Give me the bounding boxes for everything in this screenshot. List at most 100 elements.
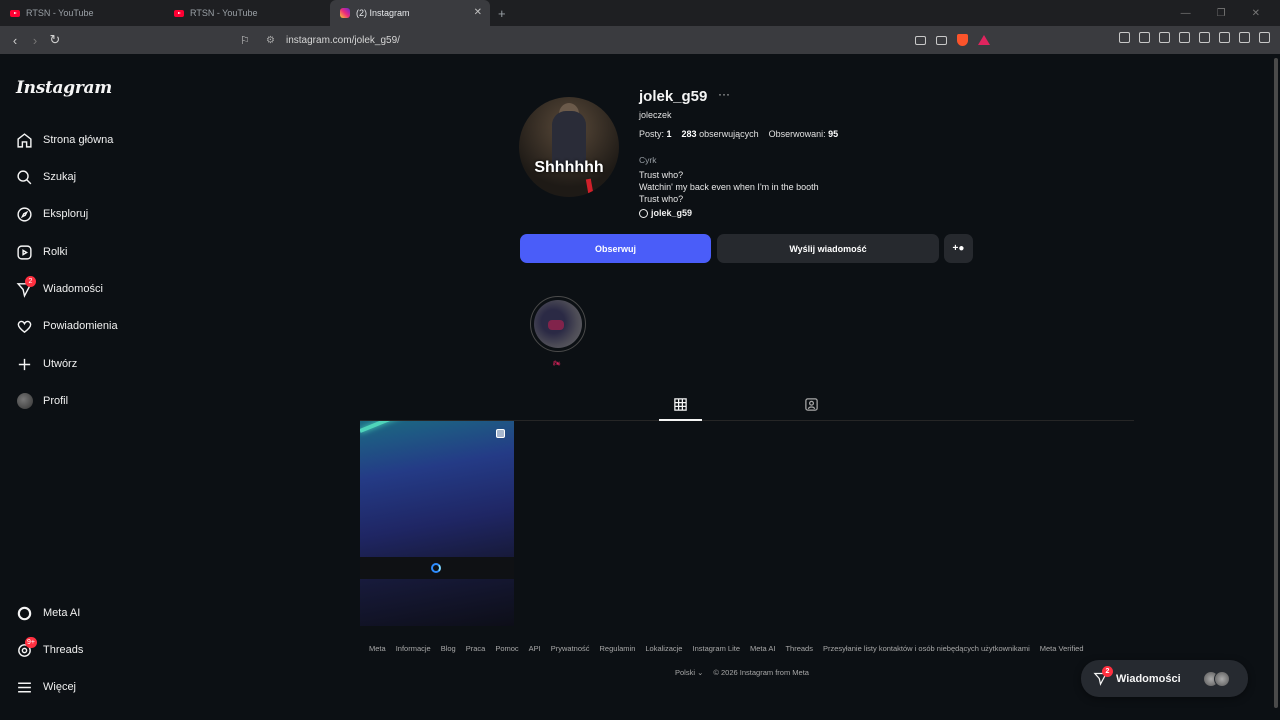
restore-icon[interactable]: ❐ — [1217, 8, 1226, 19]
avatar — [1214, 671, 1230, 687]
url-text[interactable]: instagram.com/jolek_g59/ — [286, 35, 400, 46]
cast-icon[interactable] — [915, 35, 926, 45]
footer-link[interactable]: Meta AI — [750, 644, 775, 653]
sidebar-item-messages[interactable]: 2 Wiadomości — [16, 275, 103, 301]
forward-icon[interactable]: › — [25, 33, 45, 48]
leo-ai-icon[interactable] — [1219, 32, 1230, 43]
sidebar-item-label: Rolki — [43, 246, 68, 258]
footer-link[interactable]: Blog — [441, 644, 456, 653]
sidebar-item-more[interactable]: Więcej — [16, 675, 76, 699]
share-icon[interactable] — [936, 35, 947, 45]
send-message-button[interactable]: Wyślij wiadomość — [717, 234, 939, 263]
browser-toolbar: ‹ › ↻ ⚐ ⚙ instagram.com/jolek_g59/ — [0, 26, 1280, 54]
footer-link[interactable]: Przesyłanie listy kontaktów i osób niebę… — [823, 644, 1030, 653]
extensions-icon[interactable] — [1119, 32, 1130, 43]
profile-full-name: joleczek — [639, 110, 672, 120]
vpn-icon[interactable] — [1239, 32, 1250, 43]
sidebar-item-label: Eksploruj — [43, 208, 89, 220]
bio-line: Trust who? — [639, 170, 684, 180]
language-select[interactable]: Polski ⌄ — [675, 668, 703, 677]
suggested-users-button[interactable]: +● — [944, 234, 973, 263]
sidebar-item-label: Profil — [43, 395, 69, 407]
address-bar[interactable]: ⚐ ⚙ instagram.com/jolek_g59/ — [240, 29, 990, 51]
sidebar-item-meta-ai[interactable]: Meta AI — [16, 601, 80, 625]
close-window-icon[interactable]: ✕ — [1252, 8, 1260, 19]
active-tab-indicator — [659, 419, 702, 421]
post-thumbnail[interactable] — [360, 421, 514, 626]
tab-tagged[interactable] — [804, 397, 820, 413]
copyright: © 2026 Instagram from Meta — [713, 668, 809, 677]
new-tab-icon[interactable]: + — [498, 6, 506, 21]
profile-bio: Trust who? Watchin' my back even when I'… — [639, 169, 819, 205]
follow-button[interactable]: Obserwuj — [520, 234, 711, 263]
footer-link[interactable]: Meta Verified — [1040, 644, 1084, 653]
browser-tab-2[interactable]: RTSN - YouTube — [164, 0, 328, 26]
messenger-icon: 2 — [1093, 666, 1113, 686]
messages-label: Wiadomości — [1116, 672, 1181, 685]
bookmark-icon[interactable]: ⚐ — [240, 34, 254, 47]
footer-link[interactable]: Instagram Lite — [692, 644, 740, 653]
sidebar-item-label: Wiadomości — [43, 283, 103, 295]
scrollbar[interactable] — [1272, 54, 1280, 720]
sidebar-item-create[interactable]: Utwórz — [16, 352, 77, 376]
brave-shields-icon[interactable] — [957, 34, 968, 46]
sidebar-item-profile[interactable]: Profil — [16, 389, 68, 413]
footer-link[interactable]: Informacje — [396, 644, 431, 653]
instagram-page: Instagram Strona główna Szukaj Eksploruj… — [0, 54, 1280, 720]
sidebar-item-threads[interactable]: 9+ Threads — [16, 636, 84, 662]
wallet-icon[interactable] — [1199, 32, 1210, 43]
sidebar-item-explore[interactable]: Eksploruj — [16, 202, 88, 226]
footer-link[interactable]: API — [529, 644, 541, 653]
sidebar-item-notifications[interactable]: Powiadomienia — [16, 314, 118, 338]
tagged-icon — [805, 398, 818, 411]
footer-link[interactable]: Regulamin — [600, 644, 636, 653]
toolbar-right-icons — [1119, 32, 1270, 43]
footer-link[interactable]: Prywatność — [551, 644, 590, 653]
browser-tab-3[interactable]: (2) Instagram ✕ — [330, 0, 490, 26]
sidebar-item-home[interactable]: Strona główna — [16, 128, 113, 152]
home-icon — [16, 132, 33, 149]
more-options-icon[interactable]: ··· — [718, 87, 730, 101]
footer-link[interactable]: Praca — [466, 644, 486, 653]
avatar — [16, 393, 33, 410]
sidebar-item-search[interactable]: Szukaj — [16, 165, 76, 189]
add-person-icon: +● — [952, 243, 965, 254]
sidebar-item-label: Threads — [43, 644, 84, 656]
threads-profile-link[interactable]: jolek_g59 — [639, 208, 692, 218]
bio-line: Trust who? — [639, 194, 684, 204]
site-settings-icon[interactable]: ⚙ — [266, 35, 280, 46]
footer-link[interactable]: Threads — [785, 644, 813, 653]
tab-posts[interactable] — [673, 397, 689, 413]
tab-title: RTSN - YouTube — [190, 8, 258, 18]
compass-icon — [16, 206, 33, 223]
reels-icon — [16, 244, 33, 261]
brave-rewards-icon[interactable] — [978, 35, 990, 45]
footer-link[interactable]: Meta — [369, 644, 386, 653]
instagram-logo[interactable]: Instagram — [16, 78, 112, 98]
footer-link[interactable]: Lokalizacje — [645, 644, 682, 653]
footer-link[interactable]: Pomoc — [495, 644, 518, 653]
window-controls: — ❐ ✕ — [1181, 0, 1280, 26]
heart-icon — [16, 318, 33, 335]
profile-picture[interactable]: Shhhhhh — [519, 97, 619, 197]
back-icon[interactable]: ‹ — [5, 33, 25, 48]
sidebar-item-label: Utwórz — [43, 358, 78, 370]
highlight-label: 🏍 — [553, 361, 561, 367]
minimize-icon[interactable]: — — [1181, 8, 1191, 19]
close-tab-icon[interactable]: ✕ — [474, 7, 482, 18]
story-highlight[interactable] — [530, 296, 586, 352]
menu-icon[interactable] — [1259, 32, 1270, 43]
media-icon[interactable] — [1159, 32, 1170, 43]
notification-badge: 2 — [25, 275, 36, 287]
notification-badge: 9+ — [25, 636, 37, 648]
loading-spinner-icon — [431, 563, 441, 573]
messages-floating-button[interactable]: 2 Wiadomości — [1081, 660, 1248, 697]
followers-count[interactable]: 283 obserwujących — [682, 129, 759, 139]
bio-line: Watchin' my back even when I'm in the bo… — [639, 182, 819, 192]
browser-tab-1[interactable]: RTSN - YouTube — [0, 0, 164, 26]
sidebar-icon[interactable] — [1139, 32, 1150, 43]
following-count[interactable]: Obserwowani: 95 — [769, 129, 839, 139]
reader-icon[interactable] — [1179, 32, 1190, 43]
reload-icon[interactable]: ↻ — [45, 32, 65, 48]
sidebar-item-reels[interactable]: Rolki — [16, 240, 67, 264]
